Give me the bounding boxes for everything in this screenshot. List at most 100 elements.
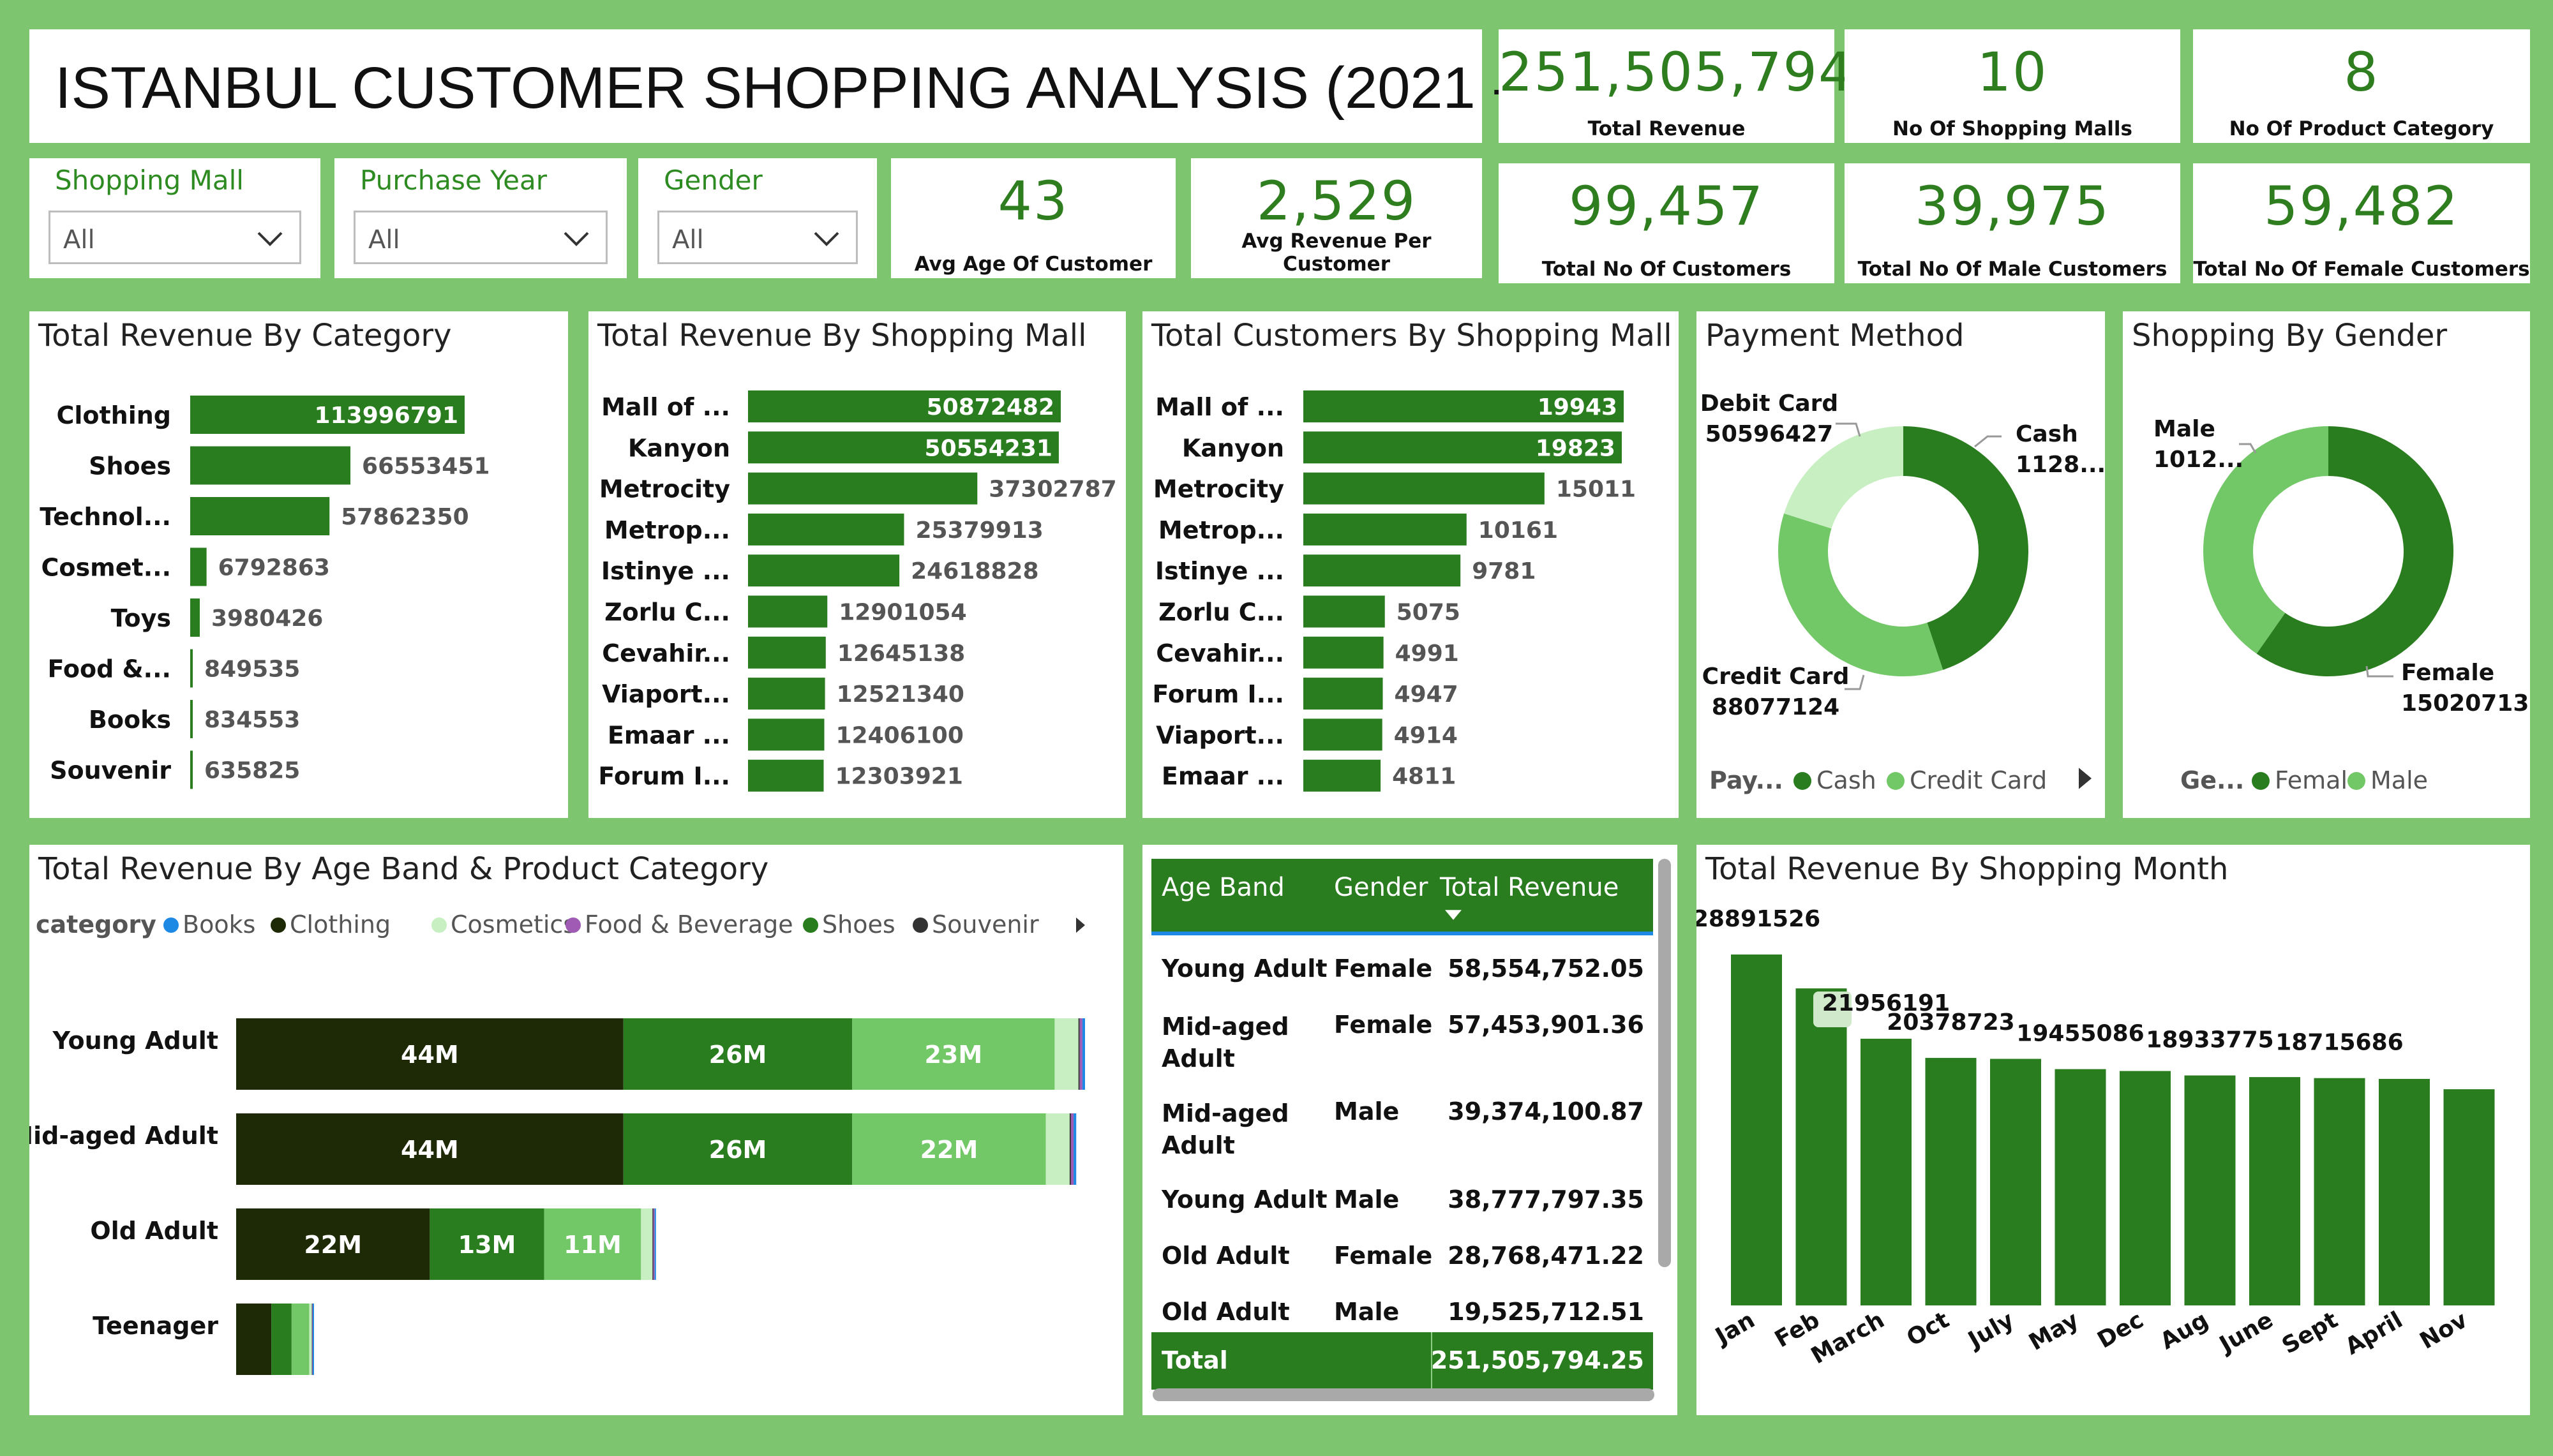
category-label: Metrocity [1153, 475, 1284, 503]
bar [748, 513, 904, 546]
vertical-scrollbar[interactable] [1658, 859, 1671, 1267]
kpi-value: 39,975 [1915, 175, 2110, 237]
legend-swatch [431, 917, 447, 933]
kpi-value: 251,505,794 [1499, 41, 1854, 103]
chart-shopping-by-gender: Shopping By Gender Female 150207136 Male 10… [2123, 311, 2545, 818]
table-row[interactable]: Mid-aged Adult Male 39,374,100.87 [1151, 1097, 1653, 1168]
chart-revenue-by-mall: Total Revenue By Shopping Mall Mall of .… [588, 311, 1126, 818]
data-label: 44M [401, 1136, 459, 1164]
data-label: 12901054 [839, 600, 966, 626]
stack-segment [641, 1208, 653, 1280]
legend-item: Clothing [290, 910, 391, 939]
slice-label: Cash [2016, 421, 2078, 447]
table-row[interactable]: Old Adult Male 19,525,712.51 [1151, 1298, 1653, 1336]
data-label: 12521340 [837, 681, 964, 708]
cell-gender: Female [1334, 955, 1433, 983]
revenue-by-mall-svg: Mall of ... 50872482 Kanyon 50554231 Metroci… [598, 390, 1117, 792]
category-label: Forum I... [1152, 680, 1284, 708]
cell-age-band: Old Adult [1162, 1298, 1290, 1326]
stack-segment [1079, 1018, 1082, 1090]
slicer-dropdown[interactable]: All [657, 211, 858, 264]
horizontal-scrollbar[interactable] [1153, 1388, 1654, 1401]
legend-swatch [913, 917, 928, 933]
legend-item: Food & Beverage [585, 910, 793, 939]
data-label: 28891526 [1696, 906, 1820, 932]
category-label: Clothing [56, 401, 171, 429]
header-total-revenue[interactable]: Total Revenue [1440, 873, 1619, 902]
bar [748, 718, 825, 751]
bar [1795, 988, 1847, 1305]
category-label: Cosmet... [41, 554, 171, 582]
data-label: 44M [401, 1041, 459, 1069]
total-label: Total [1162, 1346, 1228, 1374]
category-label: Viaport... [1156, 721, 1284, 749]
header-age-band[interactable]: Age Band [1162, 873, 1285, 902]
slicer-purchase-year[interactable]: Purchase Year All [334, 158, 627, 278]
ageband-gender-table: Age Band Gender Total Revenue Young Adul… [1142, 845, 1677, 1415]
slicer-shopping-mall[interactable]: Shopping Mall All [29, 158, 320, 278]
kpi-avg-revenue: 2,529 Avg Revenue Per Customer [1191, 158, 1482, 278]
kpi-male-customers: 39,975 Total No Of Male Customers [1845, 163, 2180, 283]
category-label: Old Adult [90, 1217, 218, 1245]
bar [190, 598, 200, 637]
legend-title: Ge... [2180, 766, 2244, 794]
chevron-down-icon [814, 232, 839, 246]
stack-segment [309, 1304, 312, 1375]
data-label: 20378723 [1887, 1009, 2014, 1036]
bar [1303, 678, 1383, 710]
category-label: Souvenir [50, 757, 171, 785]
slice-value: 88077124 [1712, 694, 1839, 720]
category-label: Zorlu C... [1158, 598, 1284, 627]
tick-label: June [2213, 1307, 2277, 1359]
cell-age-band: Young Adult [1162, 955, 1328, 983]
category-label: Emaar ... [1162, 762, 1284, 791]
table-row[interactable]: Young Adult Male 38,777,797.35 [1151, 1185, 1653, 1224]
sort-desc-icon[interactable] [1445, 910, 1462, 920]
slicer-value: All [672, 225, 704, 255]
category-label: Metrop... [1158, 516, 1284, 544]
data-label: 24618828 [911, 558, 1038, 584]
slicer-dropdown[interactable]: All [49, 211, 301, 264]
category-label: Zorlu C... [604, 598, 730, 627]
chevron-right-icon[interactable] [2074, 766, 2096, 791]
data-label: 13M [458, 1231, 516, 1259]
category-label: Mall of ... [601, 393, 730, 421]
chevron-right-icon [1076, 917, 1085, 933]
data-label: 18715686 [2275, 1030, 2403, 1056]
kpi-product-category: 8 No Of Product Category [2193, 29, 2530, 143]
table-row[interactable]: Mid-aged Adult Female 57,453,901.36 [1151, 1011, 1653, 1081]
kpi-value: 99,457 [1569, 175, 1764, 237]
legend-swatch [1793, 772, 1811, 790]
total-value: 251,505,794.25 [1430, 1346, 1644, 1374]
category-label: Shoes [89, 452, 171, 480]
data-label: 26M [709, 1136, 767, 1164]
header-gender[interactable]: Gender [1334, 873, 1428, 902]
legend-title: category [36, 910, 156, 939]
bar [2379, 1078, 2430, 1305]
stack-segment [1082, 1018, 1085, 1090]
tick-label: May [2025, 1307, 2083, 1356]
bar [1303, 554, 1461, 587]
data-label: 10161 [1478, 517, 1558, 544]
category-label: Toys [111, 604, 171, 632]
data-label: 5075 [1396, 600, 1460, 626]
slicer-dropdown[interactable]: All [354, 211, 608, 264]
chart-title: Total Revenue By Shopping Mall [597, 318, 1087, 353]
slicer-gender[interactable]: Gender All [638, 158, 877, 278]
bar [2184, 1075, 2236, 1305]
table-row[interactable]: Young Adult Female 58,554,752.05 [1151, 955, 1653, 993]
revenue-by-ageband-svg: category Books Clothing Cosmetics Food & Bev… [9, 910, 1085, 1375]
bar [748, 759, 824, 792]
page-title: ISTANBUL CUSTOMER SHOPPING ANALYSIS (202… [55, 56, 1678, 121]
kpi-total-revenue: 251,505,794 Total Revenue [1499, 29, 1854, 143]
table-row[interactable]: Old Adult Female 28,768,471.22 [1151, 1242, 1653, 1280]
data-label: 50872482 [927, 394, 1054, 420]
slice-value: 50596427 [1705, 421, 1833, 447]
bar [1303, 595, 1385, 628]
bar [748, 636, 826, 669]
cell-revenue: 38,777,797.35 [1448, 1185, 1644, 1214]
kpi-value: 2,529 [1256, 170, 1417, 232]
chart-revenue-by-ageband: Total Revenue By Age Band & Product Cate… [9, 845, 1123, 1415]
bar [748, 595, 828, 628]
data-label: 4947 [1395, 681, 1458, 708]
